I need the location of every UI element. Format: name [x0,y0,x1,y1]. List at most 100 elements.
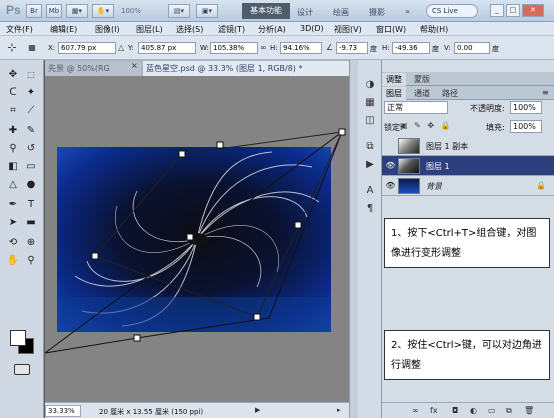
lasso-tool-icon[interactable]: ᑕ [4,86,22,100]
type-tool-icon[interactable]: T [22,198,40,212]
link-layers-icon[interactable]: ∞ [412,406,419,415]
add-mask-icon[interactable]: ◘ [452,406,458,415]
height-scale-input[interactable]: 94.16% [280,42,322,54]
layer-style-icon[interactable]: fx [430,406,438,415]
canvas-area[interactable] [45,76,349,402]
pen-tool-icon[interactable]: ✒ [4,198,22,212]
panel-menu-icon[interactable]: ≡ [542,88,549,97]
menu-file[interactable]: 文件(F) [6,24,33,35]
tab-masks[interactable]: 蒙版 [410,73,434,86]
menu-image[interactable]: 图像(I) [95,24,120,35]
close-tab-1-icon[interactable]: × [131,61,138,70]
blend-mode-select[interactable]: 正常 [384,101,448,114]
hand-zoom-button[interactable]: ✋▾ [92,4,114,18]
workspace-design[interactable]: 设计 [297,7,313,18]
menu-filter[interactable]: 滤镜(T) [218,24,245,35]
arrange-documents-button[interactable]: ▤▾ [168,4,190,18]
menu-edit[interactable]: 编辑(E) [50,24,77,35]
tab-document-1[interactable]: 先景 @ 50%(RG [45,61,141,76]
minibridge-button[interactable]: Mb [46,4,62,18]
scroll-right-icon[interactable]: ▸ [337,406,341,414]
minimize-button[interactable]: _ [490,4,504,17]
y-position-input[interactable]: 405.87 px [138,42,196,54]
dodge-tool-icon[interactable]: ● [22,178,40,192]
layer-row-layer1[interactable]: 👁 图层 1 [382,156,554,176]
tab-paths[interactable]: 路径 [438,87,462,100]
gradient-tool-icon[interactable]: ▭ [22,160,40,174]
menu-layer[interactable]: 图层(L) [136,24,163,35]
magic-wand-icon[interactable]: ✦ [22,86,40,100]
zoom-field[interactable]: 33.33% [45,405,81,417]
tab-document-2[interactable]: 蓝色星空.psd @ 33.3% (图层 1, RGB/8) * [143,61,375,76]
lock-options-icons[interactable]: ▣ ✎ ✥ 🔒 [400,121,453,130]
cs-live-button[interactable]: CS Live [426,4,478,18]
layer-row-copy[interactable]: 图层 1 副本 [382,136,554,156]
foreground-color-swatch[interactable] [10,330,26,346]
healing-brush-icon[interactable]: ✚ [4,124,22,138]
3d-orbit-icon[interactable]: ⊕ [22,236,40,250]
crop-tool-icon[interactable]: ⌗ [4,104,22,118]
eye-icon[interactable]: 👁 [385,181,396,191]
free-transform-bounding-box[interactable] [45,76,349,402]
bridge-button[interactable]: Br [26,4,42,18]
horizontal-skew-input[interactable]: -49.36 [392,42,430,54]
zoom-tool-icon[interactable]: ⚲ [22,254,40,268]
clone-stamp-icon[interactable]: ⚲ [4,142,22,156]
menu-3d[interactable]: 3D(D) [300,24,324,33]
new-layer-icon[interactable]: ⧉ [506,406,512,416]
link-icon[interactable]: ∞ [260,43,267,52]
rotate-angle-input[interactable]: -9.73 [336,42,368,54]
color-panel-icon[interactable]: ◑ [362,78,378,92]
menu-help[interactable]: 帮助(H) [420,24,448,35]
quick-mask-icon[interactable] [14,364,30,375]
fill-input[interactable]: 100% [510,120,542,133]
vertical-skew-input[interactable]: 0.00 [454,42,490,54]
maximize-button[interactable]: □ [506,4,520,17]
width-scale-input[interactable]: 105.38% [210,42,258,54]
close-button[interactable]: ✕ [522,4,544,17]
menu-select[interactable]: 选择(S) [176,24,203,35]
x-position-input[interactable]: 607.79 px [58,42,116,54]
path-selection-icon[interactable]: ➤ [4,216,22,230]
view-extras-button[interactable]: ▦▾ [66,4,88,18]
brush-tool-icon[interactable]: ✎ [22,124,40,138]
new-group-icon[interactable]: ▭ [488,406,496,415]
layer-row-background[interactable]: 👁 背景 🔒 [382,176,554,196]
tab-layers[interactable]: 图层 [382,87,406,100]
character-panel-icon[interactable]: A [362,184,378,198]
menu-view[interactable]: 视图(V) [334,24,362,35]
actions-panel-icon[interactable]: ▶ [362,158,378,172]
delete-layer-icon[interactable]: 🗑 [524,406,534,415]
3d-rotate-icon[interactable]: ⟲ [4,236,22,250]
shape-tool-icon[interactable]: ▬ [22,216,40,230]
hand-tool-icon[interactable]: ✋ [4,254,22,268]
workspace-painting[interactable]: 绘画 [333,7,349,18]
eraser-tool-icon[interactable]: ◧ [4,160,22,174]
screen-mode-button[interactable]: ▣▾ [196,4,218,18]
history-panel-icon[interactable]: ⧉ [362,140,378,154]
reference-point-icon[interactable]: ▦ [24,40,40,56]
history-brush-icon[interactable]: ↺ [22,142,40,156]
eye-icon[interactable]: 👁 [385,161,396,171]
menu-window[interactable]: 窗口(W) [376,24,406,35]
paragraph-panel-icon[interactable]: ¶ [362,202,378,216]
document-info[interactable]: 20 厘米 x 13.55 厘米 (150 ppi) [99,407,203,417]
marquee-tool-icon[interactable]: ⬚ [22,68,40,82]
opacity-input[interactable]: 100% [510,101,542,114]
swatches-panel-icon[interactable]: ▦ [362,96,378,110]
transform-tool-icon[interactable]: ⊹ [4,40,20,56]
move-tool-icon[interactable]: ✥ [4,68,22,82]
workspace-more[interactable]: » [405,7,410,16]
adjustment-layer-icon[interactable]: ◐ [470,406,477,415]
zoom-level[interactable]: 100% [121,7,141,15]
blur-tool-icon[interactable]: △ [4,178,22,192]
visibility-toggle[interactable] [385,141,396,151]
workspace-photography[interactable]: 摄影 [369,7,385,18]
tab-channels[interactable]: 通道 [410,87,434,100]
relative-positioning-icon[interactable]: △ [118,43,124,52]
panel-collapse-strip[interactable] [349,60,358,418]
workspace-essentials[interactable]: 基本功能 [242,3,290,19]
tab-adjustments[interactable]: 调整 [382,73,406,86]
status-menu-arrow-icon[interactable]: ▶ [255,406,260,414]
styles-panel-icon[interactable]: ◫ [362,114,378,128]
